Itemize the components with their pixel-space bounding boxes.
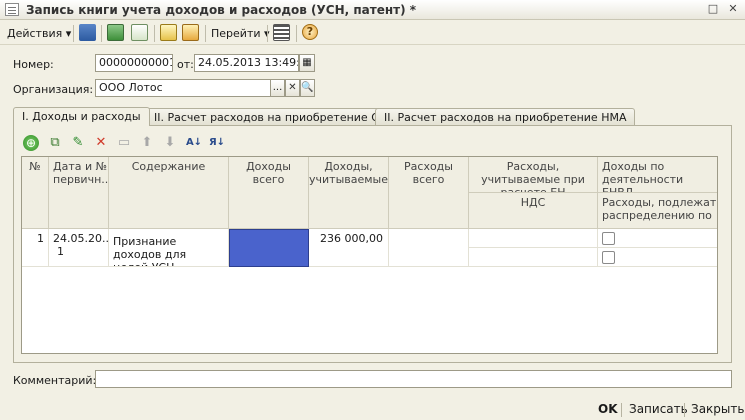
delete-row-icon[interactable]: ✕: [93, 135, 109, 151]
organization-label: Организация:: [13, 83, 94, 96]
tab-intangibles[interactable]: II. Расчет расходов на приобретение НМА: [375, 108, 636, 126]
restore-button[interactable]: □: [706, 3, 720, 16]
search-icon[interactable]: 🔍: [300, 79, 315, 97]
document-icon: [5, 3, 19, 16]
add-row-icon[interactable]: ⊕: [23, 135, 39, 151]
edit-row-icon[interactable]: ✎: [70, 135, 86, 151]
separator: [73, 25, 74, 42]
column-header-envd-distribution[interactable]: Расходы, подлежат распределению по: [598, 193, 717, 229]
copy-icon[interactable]: [131, 24, 148, 41]
column-header-income-taxable[interactable]: Доходы, учитываемые: [309, 157, 389, 229]
row-income-taxable-cell[interactable]: 236 000,00: [309, 229, 389, 267]
column-header-expenses-total[interactable]: Расходы всего: [389, 157, 469, 229]
comment-field[interactable]: [95, 370, 732, 388]
income-expenses-table: № Дата и № первичн... Содержание Доходы …: [21, 156, 718, 354]
number-label: Номер:: [13, 58, 54, 71]
column-header-expenses-en[interactable]: Расходы, учитываемые при расчете ЕН: [469, 157, 598, 193]
tab-fixed-assets[interactable]: II. Расчет расходов на приобретение ОС: [145, 108, 397, 126]
separator: [296, 25, 297, 42]
comment-label: Комментарий:: [13, 374, 97, 387]
tab-income-expenses[interactable]: I. Доходы и расходы: [13, 107, 150, 126]
row-envd-distribution-cell: [598, 248, 717, 267]
separator: [154, 25, 155, 42]
goto-label: Перейти: [211, 27, 261, 40]
toolbar: Действия ▾ Перейти ▾ ?: [0, 21, 745, 45]
end-edit-icon[interactable]: ▭: [116, 135, 132, 151]
date-label: от:: [177, 58, 194, 71]
actions-menu[interactable]: Действия ▾: [7, 25, 71, 42]
column-header-envd-income[interactable]: Доходы по деятельности ЕНВД: [598, 157, 717, 193]
column-header-number[interactable]: №: [22, 157, 49, 229]
row-doc-number: 1: [57, 245, 64, 258]
move-down-icon[interactable]: ⬇: [162, 135, 178, 151]
help-icon[interactable]: ?: [302, 24, 318, 40]
separator: [684, 403, 685, 417]
calendar-icon[interactable]: ▦: [299, 54, 315, 72]
row-expenses-en-cell[interactable]: [469, 229, 598, 248]
separator: [621, 403, 622, 417]
number-field[interactable]: 00000000001: [95, 54, 173, 72]
post-and-close-icon[interactable]: [182, 24, 199, 41]
ok-button[interactable]: OK: [598, 402, 618, 416]
row-income-total-cell[interactable]: [229, 229, 309, 267]
row-date: 24.05.20...: [53, 232, 109, 245]
separator: [101, 25, 102, 42]
sort-desc-icon[interactable]: Я↓: [207, 135, 227, 151]
row-number-cell[interactable]: 1: [22, 229, 49, 267]
title-bar: Запись книги учета доходов и расходов (У…: [0, 0, 745, 20]
window-title: Запись книги учета доходов и расходов (У…: [26, 3, 417, 17]
goto-menu[interactable]: Перейти ▾: [211, 25, 270, 42]
save-button[interactable]: Записать: [629, 402, 688, 416]
row-envd-income-cell: [598, 229, 717, 248]
select-button[interactable]: ...: [270, 79, 285, 97]
row-content-cell[interactable]: Признание доходов для целей УСН: [109, 229, 229, 267]
row-expenses-total-cell[interactable]: [389, 229, 469, 267]
chevron-down-icon: ▾: [65, 27, 72, 40]
envd-income-checkbox[interactable]: [602, 232, 615, 245]
list-icon[interactable]: [273, 24, 290, 41]
organization-field[interactable]: ООО Лотос: [95, 79, 271, 97]
column-header-date[interactable]: Дата и № первичн...: [49, 157, 109, 229]
envd-distribution-checkbox[interactable]: [602, 251, 615, 264]
row-date-cell[interactable]: 24.05.20... 1: [49, 229, 109, 267]
sort-asc-icon[interactable]: A↓: [184, 135, 204, 151]
column-header-income-total[interactable]: Доходы всего: [229, 157, 309, 229]
row-vat-cell[interactable]: [469, 248, 598, 267]
movements-icon[interactable]: [160, 24, 177, 41]
post-document-icon[interactable]: [79, 24, 96, 41]
separator: [205, 25, 206, 42]
column-header-content[interactable]: Содержание: [109, 157, 229, 229]
clear-icon[interactable]: ✕: [285, 79, 300, 97]
column-header-vat[interactable]: НДС: [469, 193, 598, 229]
move-up-icon[interactable]: ⬆: [139, 135, 155, 151]
date-field[interactable]: 24.05.2013 13:49:56: [194, 54, 299, 72]
close-window-button[interactable]: ✕: [726, 3, 740, 16]
close-button[interactable]: Закрыть: [691, 402, 744, 416]
separator: [267, 25, 268, 42]
refresh-icon[interactable]: [107, 24, 124, 41]
copy-row-icon[interactable]: ⧉: [47, 135, 63, 151]
actions-label: Действия: [7, 27, 63, 40]
